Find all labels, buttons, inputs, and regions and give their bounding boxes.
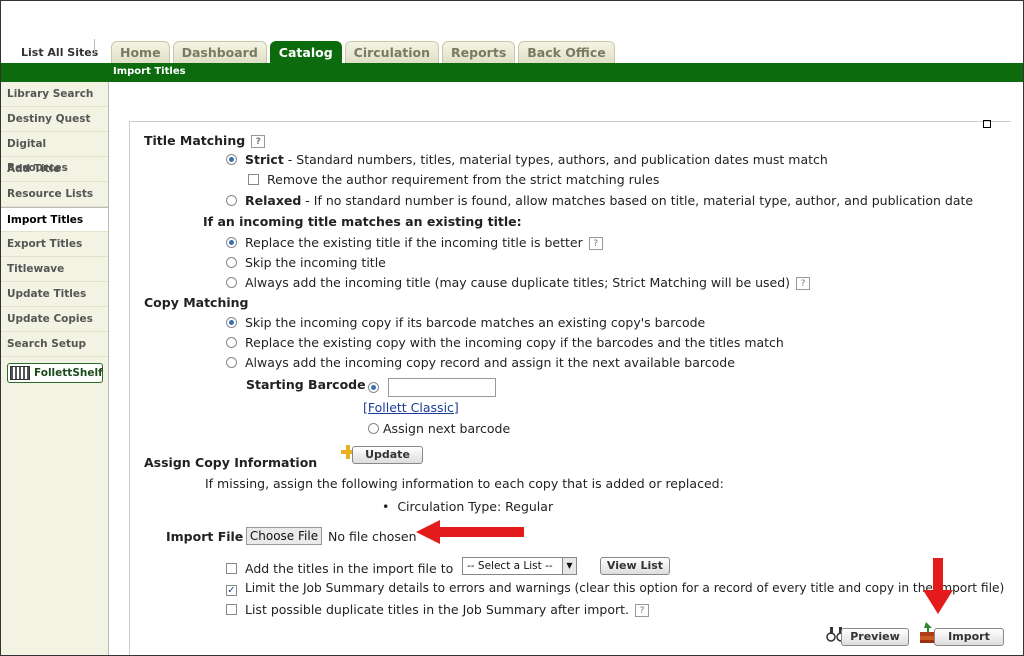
skip-copy-label: Skip the incoming copy if its barcode ma… xyxy=(245,315,706,330)
add-titles-checkbox[interactable] xyxy=(226,563,237,574)
sidebar-item-add-title[interactable]: Add Title xyxy=(1,157,108,182)
skip-title-option[interactable]: Skip the incoming title xyxy=(226,255,386,270)
strict-description: - Standard numbers, titles, material typ… xyxy=(283,152,828,167)
import-button[interactable]: Import xyxy=(934,628,1004,646)
skip-copy-option[interactable]: Skip the incoming copy if its barcode ma… xyxy=(226,315,705,330)
tab-circulation[interactable]: Circulation xyxy=(344,41,440,63)
remove-author-checkbox[interactable] xyxy=(248,174,259,185)
relaxed-option[interactable]: Relaxed - If no standard number is found… xyxy=(226,193,973,208)
always-add-title-option[interactable]: Always add the incoming title (may cause… xyxy=(226,275,811,290)
replace-copy-label: Replace the existing copy with the incom… xyxy=(245,335,784,350)
remove-author-label: Remove the author requirement from the s… xyxy=(267,172,660,187)
sidebar-item-destiny-quest[interactable]: Destiny Quest xyxy=(1,107,108,132)
follett-classic-text[interactable]: [Follett Classic] xyxy=(363,400,459,415)
always-add-copy-option[interactable]: Always add the incoming copy record and … xyxy=(226,355,735,370)
list-duplicates-option[interactable]: List possible duplicate titles in the Jo… xyxy=(226,602,650,617)
file-status-text: No file chosen xyxy=(328,529,417,544)
add-titles-option[interactable]: Add the titles in the import file to xyxy=(226,561,453,576)
sidebar-item-resource-lists[interactable]: Resource Lists xyxy=(1,182,108,207)
sidebar-item-export-titles[interactable]: Export Titles xyxy=(1,232,108,257)
bullet: • xyxy=(382,499,398,514)
copy-matching-header: Copy Matching xyxy=(144,295,249,310)
strict-radio[interactable] xyxy=(226,154,237,165)
collapse-box[interactable] xyxy=(983,120,991,128)
always-add-title-radio[interactable] xyxy=(226,277,237,288)
main-tabs: Home Dashboard Catalog Circulation Repor… xyxy=(111,41,615,64)
sidebar-item-search-setup[interactable]: Search Setup xyxy=(1,332,108,357)
replace-title-option[interactable]: Replace the existing title if the incomi… xyxy=(226,235,603,250)
preview-button[interactable]: Preview xyxy=(841,628,909,646)
assign-next-barcode-label: Assign next barcode xyxy=(383,421,511,436)
strict-option[interactable]: Strict - Standard numbers, titles, mater… xyxy=(226,152,828,167)
strict-label: Strict xyxy=(245,152,284,167)
skip-copy-radio[interactable] xyxy=(226,317,237,328)
relaxed-description: - If no standard number is found, allow … xyxy=(301,193,974,208)
sidebar-item-digital-resources[interactable]: Digital Resources xyxy=(1,132,108,174)
choose-file-button[interactable]: Choose File xyxy=(246,527,322,545)
annotation-arrow-down xyxy=(923,558,953,614)
tab-reports[interactable]: Reports xyxy=(442,41,516,63)
help-icon[interactable]: ? xyxy=(588,237,603,250)
tab-catalog[interactable]: Catalog xyxy=(269,41,342,64)
subnav-bar: Import Titles xyxy=(1,63,1023,82)
list-select-value: -- Select a List -- xyxy=(467,560,553,572)
list-duplicates-checkbox[interactable] xyxy=(226,604,237,615)
update-button[interactable]: Update xyxy=(352,446,423,464)
bookshelf-icon xyxy=(10,366,30,380)
assign-next-barcode-radio[interactable] xyxy=(368,423,379,434)
starting-barcode-input[interactable] xyxy=(388,378,496,397)
annotation-arrow-left xyxy=(416,520,524,544)
circulation-type-text: Circulation Type: Regular xyxy=(397,499,554,514)
list-select[interactable]: -- Select a List -- ▼ xyxy=(462,557,577,575)
follettshelf-label: FollettShelf xyxy=(34,367,103,379)
follettshelf-button[interactable]: FollettShelf xyxy=(7,363,103,383)
starting-barcode-label: Starting Barcode xyxy=(246,377,366,392)
relaxed-radio[interactable] xyxy=(226,195,237,206)
help-icon[interactable]: ? xyxy=(635,604,650,617)
always-add-copy-label: Always add the incoming copy record and … xyxy=(245,355,735,370)
help-icon[interactable]: ? xyxy=(251,135,266,148)
missing-info-text: If missing, assign the following informa… xyxy=(205,476,724,491)
skip-title-radio[interactable] xyxy=(226,257,237,268)
limit-summary-checkbox[interactable]: ✓ xyxy=(226,585,237,596)
existing-title-header: If an incoming title matches an existing… xyxy=(203,214,522,229)
help-icon[interactable]: ? xyxy=(796,277,811,290)
tab-home[interactable]: Home xyxy=(111,41,170,63)
skip-title-label: Skip the incoming title xyxy=(245,255,386,270)
app-frame: List All Sites Home Dashboard Catalog Ci… xyxy=(0,0,1024,656)
remove-author-option[interactable]: Remove the author requirement from the s… xyxy=(248,172,659,187)
sidebar-item-import-titles[interactable]: Import Titles xyxy=(1,207,108,232)
add-titles-label: Add the titles in the import file to xyxy=(245,561,454,576)
subtab-import-titles[interactable]: Import Titles xyxy=(113,66,186,77)
replace-title-label: Replace the existing title if the incomi… xyxy=(245,235,583,250)
nav-divider xyxy=(94,39,95,53)
assign-copy-header: Assign Copy Information xyxy=(144,455,318,470)
starting-barcode-radio[interactable] xyxy=(368,382,379,393)
always-add-title-label: Always add the incoming title (may cause… xyxy=(245,275,791,290)
list-all-sites-link[interactable]: List All Sites xyxy=(21,46,98,59)
replace-copy-radio[interactable] xyxy=(226,337,237,348)
limit-summary-label: Limit the Job Summary details to errors … xyxy=(245,581,1005,595)
view-list-button[interactable]: View List xyxy=(600,557,670,575)
import-file-label: Import File xyxy=(166,529,244,544)
sidebar-item-update-titles[interactable]: Update Titles xyxy=(1,282,108,307)
chevron-down-icon: ▼ xyxy=(562,558,576,574)
follett-classic-link[interactable]: [Follett Classic] xyxy=(363,400,459,415)
limit-summary-option[interactable]: ✓ Limit the Job Summary details to errors… xyxy=(226,581,1004,596)
title-matching-header: Title Matching? xyxy=(144,133,266,148)
sidebar: Library Search Destiny Quest Digital Res… xyxy=(1,82,109,655)
tab-dashboard[interactable]: Dashboard xyxy=(172,41,267,63)
assign-next-barcode-option[interactable]: Assign next barcode xyxy=(368,421,510,436)
list-duplicates-label: List possible duplicate titles in the Jo… xyxy=(245,602,630,617)
always-add-copy-radio[interactable] xyxy=(226,357,237,368)
sidebar-item-titlewave[interactable]: Titlewave xyxy=(1,257,108,282)
title-matching-label: Title Matching xyxy=(144,133,246,148)
circulation-type-item: • Circulation Type: Regular xyxy=(382,499,553,514)
tab-back-office[interactable]: Back Office xyxy=(518,41,615,63)
relaxed-label: Relaxed xyxy=(245,193,302,208)
sidebar-item-update-copies[interactable]: Update Copies xyxy=(1,307,108,332)
replace-copy-option[interactable]: Replace the existing copy with the incom… xyxy=(226,335,784,350)
sidebar-item-library-search[interactable]: Library Search xyxy=(1,82,108,107)
replace-title-radio[interactable] xyxy=(226,237,237,248)
